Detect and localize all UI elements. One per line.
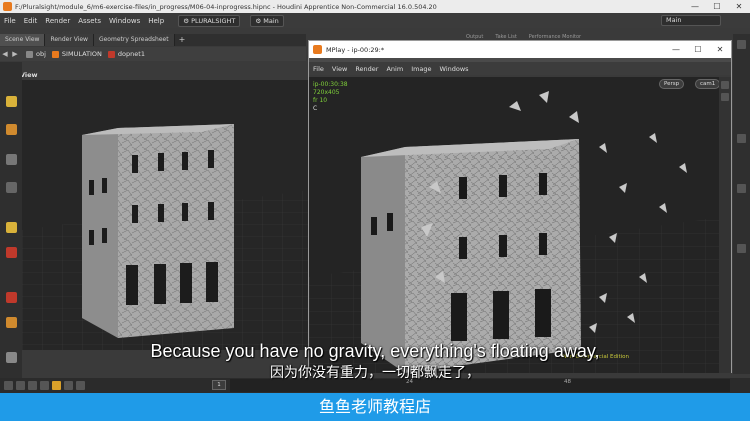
mplay-side-toolbar	[719, 77, 731, 373]
desktop-label: Main	[263, 16, 279, 25]
camera-dropdown[interactable]: cam1	[695, 79, 719, 89]
right-column-icon-3[interactable]	[737, 184, 746, 193]
breadcrumb-obj[interactable]: obj	[26, 50, 46, 58]
breadcrumb-dopnet-label: dopnet1	[117, 50, 145, 58]
add-tab-button[interactable]: +	[175, 34, 190, 46]
building-mesh	[82, 124, 234, 338]
viewport-label: View	[20, 71, 38, 79]
maximize-button[interactable]: ☐	[706, 0, 728, 13]
right-column-icon-4[interactable]	[737, 244, 746, 253]
menu-file[interactable]: File	[0, 17, 20, 25]
desktop-dropdown[interactable]: ⚙ Main	[250, 14, 284, 27]
minimize-button[interactable]: —	[684, 0, 706, 13]
dopnet-icon	[107, 50, 115, 58]
menu-windows[interactable]: Windows	[105, 17, 144, 25]
right-desktop-dropdown[interactable]: Main	[661, 15, 721, 26]
mplay-menu-file[interactable]: File	[309, 65, 328, 73]
forward-arrow-icon[interactable]: ▶	[10, 50, 20, 58]
breadcrumb-dopnet[interactable]: dopnet1	[107, 50, 145, 58]
hud-resolution: 720x405	[313, 89, 340, 96]
menu-edit[interactable]: Edit	[20, 17, 42, 25]
timeline-play-icon[interactable]	[52, 381, 61, 390]
snap-tool-icon[interactable]	[6, 247, 17, 258]
mplay-side-icon-2[interactable]	[721, 93, 729, 101]
main-menu-bar: File Edit Render Assets Windows Help ⚙ P…	[0, 13, 750, 28]
view-tool-icon[interactable]	[6, 222, 17, 233]
pane-tab-bar: Scene View Render View Geometry Spreadsh…	[0, 34, 306, 46]
right-column-icon-1[interactable]	[737, 40, 746, 49]
breadcrumb-simulation-label: SIMULATION	[61, 50, 102, 58]
mplay-title: MPlay - ip-00:29:*	[326, 45, 385, 54]
mplay-menu-view[interactable]: View	[328, 65, 351, 73]
mplay-menu-bar: File View Render Anim Image Windows	[309, 62, 731, 75]
mplay-side-icon-1[interactable]	[721, 81, 729, 89]
tab-render-view[interactable]: Render View	[45, 34, 94, 46]
subtitle-english: Because you have no gravity, everything'…	[150, 341, 600, 361]
mplay-menu-windows[interactable]: Windows	[436, 65, 473, 73]
mplay-image-view[interactable]: ip-00:30:38 720x405 fr 10 C Persp cam1 N…	[309, 77, 719, 373]
window-title: F:/Pluralsight/module_6/m6-exercise-file…	[15, 2, 437, 11]
mplay-maximize-button[interactable]: ☐	[687, 41, 709, 58]
menu-render[interactable]: Render	[41, 17, 74, 25]
mplay-close-button[interactable]: ✕	[709, 41, 731, 58]
network-path-bar: ◀ ▶ obj SIMULATION dopnet1	[0, 47, 306, 61]
obj-icon	[26, 50, 33, 58]
timeline-back-icon[interactable]	[16, 381, 25, 390]
viewport-tool-strip	[0, 62, 22, 382]
subnet-icon	[51, 50, 59, 58]
pose-tool-icon[interactable]	[6, 154, 17, 165]
mplay-menu-render[interactable]: Render	[351, 65, 382, 73]
breadcrumb-obj-label: obj	[36, 50, 46, 58]
tab-geometry-spreadsheet[interactable]: Geometry Spreadsheet	[93, 34, 175, 46]
timeline-play-back-icon[interactable]	[28, 381, 37, 390]
magnet-icon[interactable]	[6, 292, 17, 303]
back-arrow-icon[interactable]: ◀	[0, 50, 10, 58]
breadcrumb-simulation[interactable]: SIMULATION	[51, 50, 102, 58]
shelf-set-dropdown[interactable]: ⚙ PLURALSIGHT	[178, 14, 241, 27]
select-tool-icon[interactable]	[6, 96, 17, 107]
tab-scene-view[interactable]: Scene View	[0, 34, 46, 46]
right-tool-column	[733, 34, 750, 374]
houdini-app-icon	[3, 2, 12, 11]
close-button[interactable]: ✕	[728, 0, 750, 13]
shelf-set-label: PLURALSIGHT	[191, 16, 236, 25]
timeline-end-icon[interactable]	[76, 381, 85, 390]
hud-frame: fr 10	[313, 97, 328, 104]
mplay-menu-anim[interactable]: Anim	[382, 65, 407, 73]
mplay-window: MPlay - ip-00:29:* — ☐ ✕ File View Rende…	[308, 40, 732, 373]
hud-channel: C	[313, 105, 318, 112]
scene-viewport[interactable]	[22, 80, 308, 350]
timeline-stop-icon[interactable]	[40, 381, 49, 390]
render-region-icon[interactable]	[6, 317, 17, 328]
timeline-forward-icon[interactable]	[64, 381, 73, 390]
mplay-app-icon	[313, 45, 322, 54]
transform-tool-icon[interactable]	[6, 124, 17, 135]
mplay-menu-image[interactable]: Image	[407, 65, 435, 73]
handle-tool-icon[interactable]	[6, 182, 17, 193]
mplay-canvas	[309, 77, 719, 373]
menu-help[interactable]: Help	[144, 17, 168, 25]
mplay-minimize-button[interactable]: —	[665, 41, 687, 58]
timeline-start-icon[interactable]	[4, 381, 13, 390]
subtitle-chinese: 因为你没有重力，一切都飘走了，	[270, 365, 480, 381]
right-column-icon-2[interactable]	[737, 134, 746, 143]
persp-dropdown[interactable]: Persp	[659, 79, 685, 89]
window-title-bar: F:/Pluralsight/module_6/m6-exercise-file…	[0, 0, 750, 13]
hud-time: ip-00:30:38	[313, 81, 348, 88]
mplay-title-bar: MPlay - ip-00:29:* — ☐ ✕	[309, 41, 731, 58]
menu-assets[interactable]: Assets	[74, 17, 105, 25]
viewport-canvas	[22, 80, 308, 350]
shop-banner: 鱼鱼老师教程店	[0, 393, 750, 421]
